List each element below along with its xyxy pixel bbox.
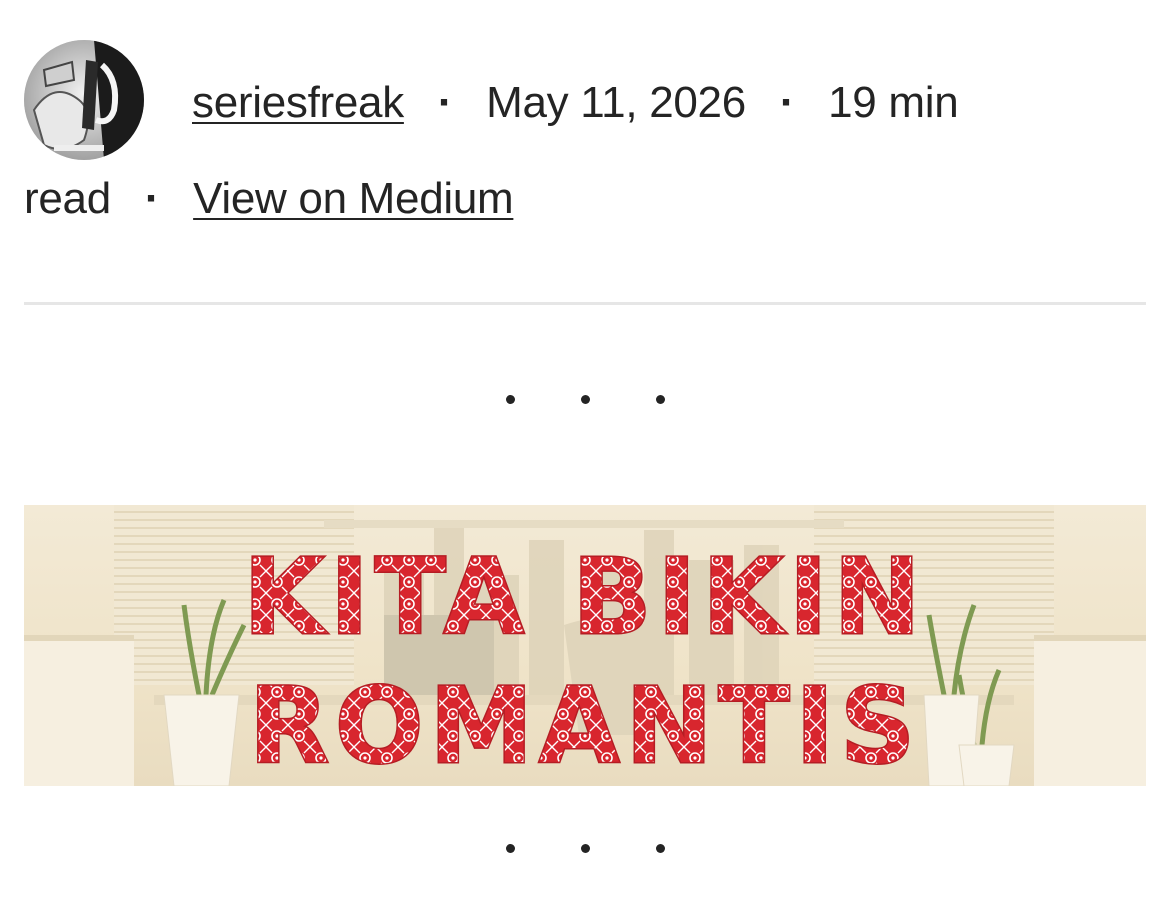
meta-line-2: read · View on Medium — [24, 174, 514, 224]
banner-title-line-1: KITA BIKIN — [243, 536, 926, 658]
view-on-medium-link[interactable]: View on Medium — [193, 174, 514, 223]
separator-dot — [655, 395, 665, 404]
meta-line-1: seriesfreak · May 11, 2026 · 19 min — [192, 78, 959, 128]
read-time-suffix: read — [24, 174, 111, 223]
separator-dot — [580, 395, 590, 404]
avatar-image — [24, 40, 144, 160]
read-time: 19 min — [828, 78, 959, 127]
author-avatar[interactable] — [24, 40, 144, 160]
author-username-link[interactable]: seriesfreak — [192, 78, 404, 127]
header-divider — [24, 302, 1146, 305]
section-separator-bottom — [0, 840, 1170, 860]
banner-title-line-2: ROMANTIS — [249, 665, 921, 786]
separator-dot — [505, 395, 515, 404]
banner-illustration: KITA BIKIN ROMANTIS — [24, 505, 1146, 786]
section-separator-top — [0, 391, 1170, 411]
meta-separator: · — [779, 78, 795, 127]
meta-separator: · — [144, 174, 160, 223]
separator-dot — [505, 844, 515, 853]
post-date: May 11, 2026 — [486, 78, 746, 127]
header-banner-image: KITA BIKIN ROMANTIS — [24, 505, 1146, 786]
separator-dot — [655, 844, 665, 853]
separator-dot — [580, 844, 590, 853]
meta-separator: · — [437, 78, 453, 127]
